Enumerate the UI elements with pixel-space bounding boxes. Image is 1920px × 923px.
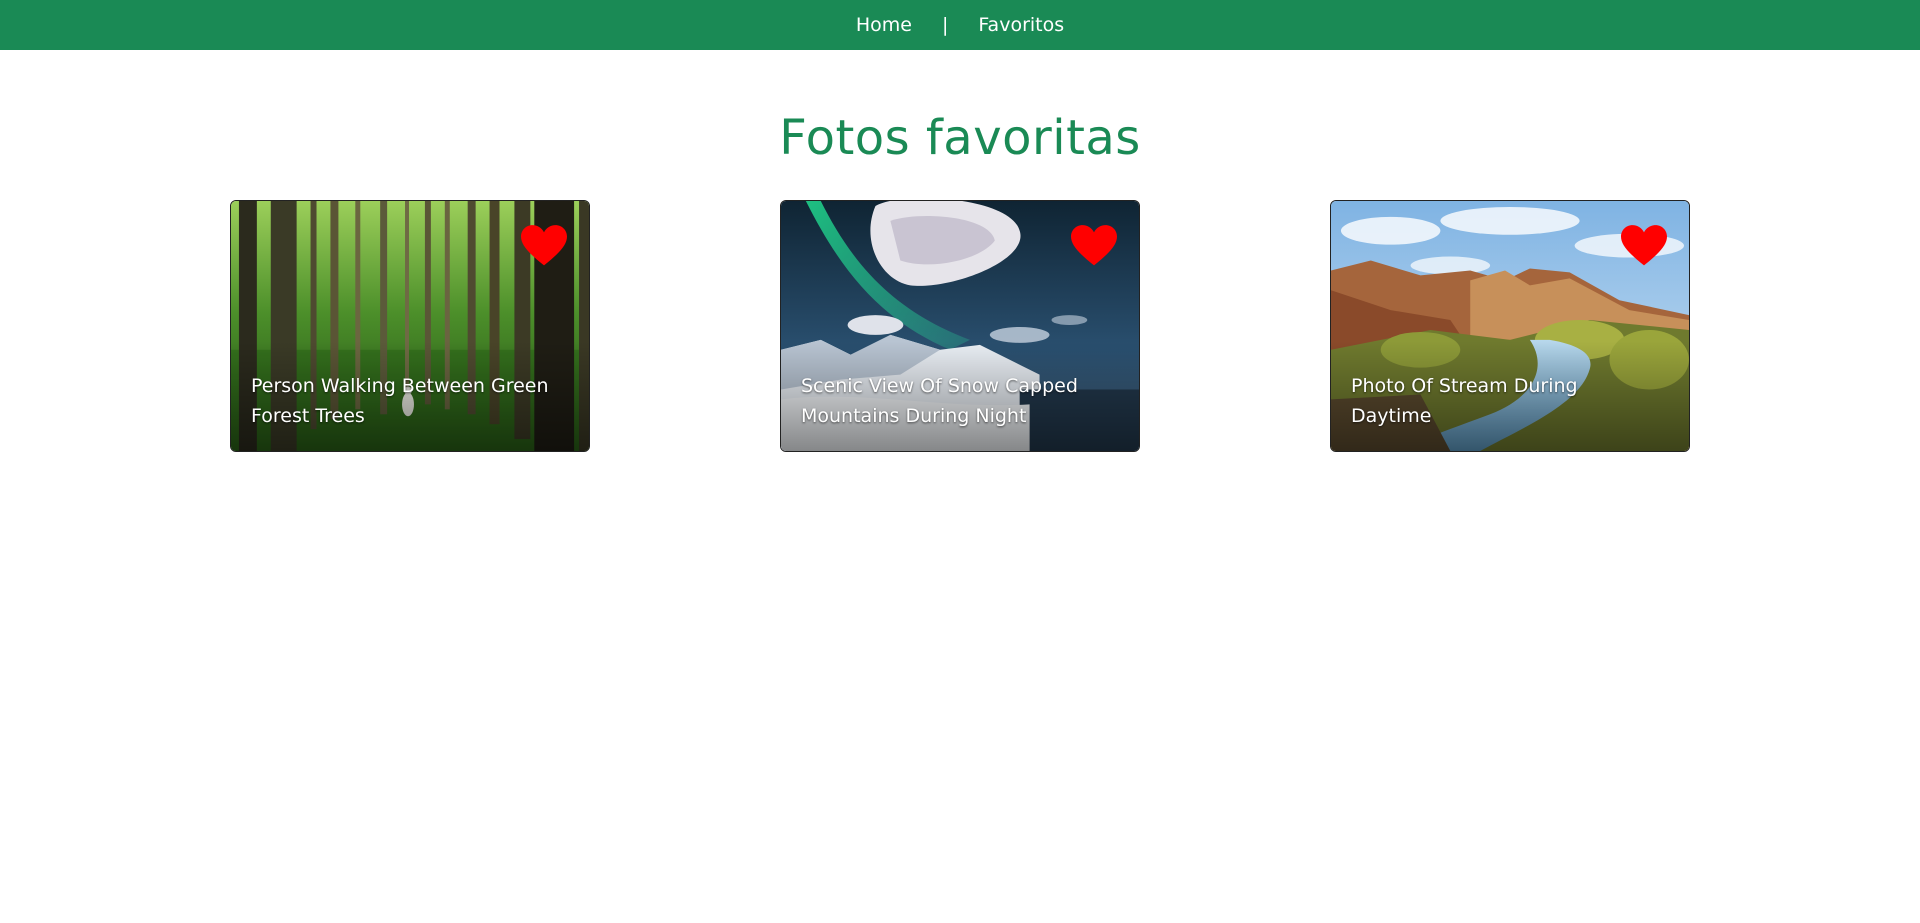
heart-icon[interactable]	[521, 225, 567, 267]
top-navigation-bar: Home | Favoritos	[0, 0, 1920, 50]
heart-icon[interactable]	[1071, 225, 1117, 267]
heart-icon[interactable]	[1621, 225, 1667, 267]
photo-caption: Scenic View Of Snow Capped Mountains Dur…	[801, 375, 1078, 427]
photo-caption: Person Walking Between Green Forest Tree…	[251, 375, 549, 427]
photo-caption: Photo Of Stream During Daytime	[1351, 375, 1578, 427]
nav-link-favorites[interactable]: Favoritos	[978, 14, 1064, 36]
page-title: Fotos favoritas	[779, 110, 1141, 166]
nav-separator: |	[941, 14, 949, 36]
photo-card[interactable]: Photo Of Stream During Daytime	[1330, 200, 1690, 452]
photo-card[interactable]: Person Walking Between Green Forest Tree…	[230, 200, 590, 452]
photo-card[interactable]: Scenic View Of Snow Capped Mountains Dur…	[780, 200, 1140, 452]
nav-link-home[interactable]: Home	[856, 14, 912, 36]
